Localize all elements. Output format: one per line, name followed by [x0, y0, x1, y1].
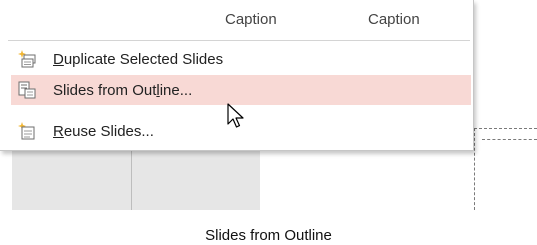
- slides-from-outline-icon: [18, 81, 36, 99]
- screenshot-stage: Caption Caption Duplicate Selected Slide…: [0, 0, 537, 245]
- layout-gallery-caption-row: Caption Caption: [0, 0, 473, 39]
- menu-item-label: Duplicate Selected Slides: [53, 50, 224, 68]
- layout-caption-right: Caption: [368, 11, 420, 28]
- placeholder-border-inner: [482, 139, 537, 140]
- figure-caption: Slides from Outline: [205, 227, 332, 244]
- placeholder-border-left: [474, 128, 475, 210]
- menu-item-duplicate-selected-slides[interactable]: Duplicate Selected Slides: [11, 44, 471, 74]
- slide-layout-thumbnail-strip: [12, 150, 260, 210]
- thumbnail-divider: [131, 150, 132, 210]
- layout-caption-left: Caption: [225, 11, 277, 28]
- duplicate-slides-icon: [18, 50, 36, 68]
- mouse-pointer-icon: [227, 103, 244, 128]
- menu-item-slides-from-outline[interactable]: Slides from Outline...: [11, 75, 471, 105]
- menu-separator: [8, 40, 470, 41]
- reuse-slides-icon: [18, 122, 35, 140]
- menu-item-label: Slides from Outline...: [53, 81, 193, 99]
- placeholder-border-top: [474, 128, 537, 129]
- menu-item-label: Reuse Slides...: [53, 122, 154, 140]
